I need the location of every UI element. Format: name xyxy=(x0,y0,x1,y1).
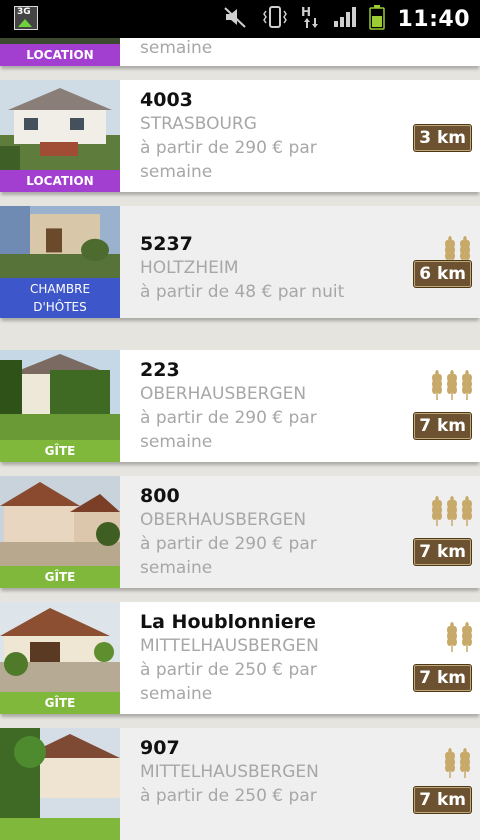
wheat-rating xyxy=(430,370,474,404)
wheat-rating xyxy=(445,622,474,656)
wheat-icon xyxy=(445,622,459,656)
data-transfer-icon: H xyxy=(301,4,321,34)
listing-name: 223 xyxy=(140,359,180,381)
listing-price: à partir de 250 € par xyxy=(140,660,317,680)
listing-price-cont: semaine xyxy=(140,432,213,452)
distance-badge: 7 km xyxy=(413,412,472,440)
signal-icon xyxy=(333,5,357,33)
listing-price-cont: semaine xyxy=(140,162,213,182)
listing-price: à partir de 250 € par xyxy=(140,786,317,806)
listing-item[interactable]: GÎTE 800 OBERHAUSBERGEN à partir de 290 … xyxy=(0,476,480,588)
listing-name: 907 xyxy=(140,737,180,759)
distance-badge: 7 km xyxy=(413,664,472,692)
category-badge: LOCATION xyxy=(0,44,120,66)
listing-photo xyxy=(0,80,120,170)
distance-badge: 6 km xyxy=(413,260,472,288)
listing-price-cont: semaine xyxy=(140,684,213,704)
wheat-icon xyxy=(460,622,474,656)
category-label: CHAMBRE xyxy=(29,282,91,296)
category-badge: GÎTE xyxy=(0,692,120,714)
battery-icon xyxy=(369,4,386,34)
listing-name: 800 xyxy=(140,485,180,507)
listing-item[interactable]: LOCATION 4003 STRASBOURG à partir de 290… xyxy=(0,80,480,192)
distance-badge: 3 km xyxy=(413,124,472,152)
wheat-icon xyxy=(445,496,459,530)
listing-city: OBERHAUSBERGEN xyxy=(140,384,307,404)
listing-city: MITTELHAUSBERGEN xyxy=(140,762,319,782)
status-bar: 3G H 11:40 xyxy=(0,0,480,38)
wheat-icon xyxy=(430,370,444,404)
listing-thumbnail: GÎTE xyxy=(0,476,120,588)
distance-badge: 7 km xyxy=(413,538,472,566)
listing-thumbnail xyxy=(0,728,120,840)
listing-city: OBERHAUSBERGEN xyxy=(140,510,307,530)
wheat-icon xyxy=(445,370,459,404)
distance-badge: 7 km xyxy=(413,786,472,814)
listing-name: 4003 xyxy=(140,89,193,111)
listing-item[interactable]: GÎTE La Houblonniere MITTELHAUSBERGEN à … xyxy=(0,602,480,714)
listing-price: semaine xyxy=(140,38,213,58)
clock: 11:40 xyxy=(397,6,470,32)
listing-price: à partir de 290 € par xyxy=(140,408,317,428)
wheat-rating xyxy=(430,496,474,530)
listing-thumbnail: CHAMBRE D'HÔTES xyxy=(0,206,120,318)
listing-photo xyxy=(0,206,120,278)
listing-price-cont: semaine xyxy=(140,558,213,578)
listing-price: à partir de 48 € par nuit xyxy=(140,282,345,302)
listing-item[interactable]: 907 MITTELHAUSBERGEN à partir de 250 € p… xyxy=(0,728,480,840)
wheat-icon xyxy=(430,496,444,530)
listing-photo xyxy=(0,728,120,818)
wheat-icon xyxy=(460,370,474,404)
wheat-icon xyxy=(458,748,472,782)
listing-item[interactable]: CHAMBRE D'HÔTES 5237 HOLTZHEIM à partir … xyxy=(0,206,480,318)
listing-city: HOLTZHEIM xyxy=(140,258,239,278)
listing-city: STRASBOURG xyxy=(140,114,257,134)
3g-app-icon: 3G xyxy=(14,6,38,30)
category-badge: CHAMBRE D'HÔTES xyxy=(0,278,120,318)
wheat-icon xyxy=(460,496,474,530)
category-badge: LOCATION xyxy=(0,170,120,192)
mute-icon xyxy=(223,5,249,33)
listing-item[interactable]: GÎTE 223 OBERHAUSBERGEN à partir de 290 … xyxy=(0,350,480,462)
network-type-label: H xyxy=(301,5,311,19)
listing-price: à partir de 290 € par xyxy=(140,534,317,554)
listing-thumbnail: LOCATION xyxy=(0,80,120,192)
listing-city: MITTELHAUSBERGEN xyxy=(140,636,319,656)
app-icon-label: 3G xyxy=(17,7,31,17)
category-label-line2: D'HÔTES xyxy=(33,300,87,314)
vibrate-icon xyxy=(261,5,289,33)
listing-photo xyxy=(0,350,120,440)
listing-photo xyxy=(0,476,120,566)
wheat-rating xyxy=(443,748,472,782)
listing-name: La Houblonniere xyxy=(140,611,316,633)
category-badge: GÎTE xyxy=(0,566,120,588)
category-badge: GÎTE xyxy=(0,440,120,462)
wheat-icon xyxy=(443,748,457,782)
listing-price: à partir de 290 € par xyxy=(140,138,317,158)
category-badge xyxy=(0,818,120,840)
listing-photo xyxy=(0,602,120,692)
listing-name: 5237 xyxy=(140,233,193,255)
listing-thumbnail: GÎTE xyxy=(0,602,120,714)
listing-thumbnail: GÎTE xyxy=(0,350,120,462)
